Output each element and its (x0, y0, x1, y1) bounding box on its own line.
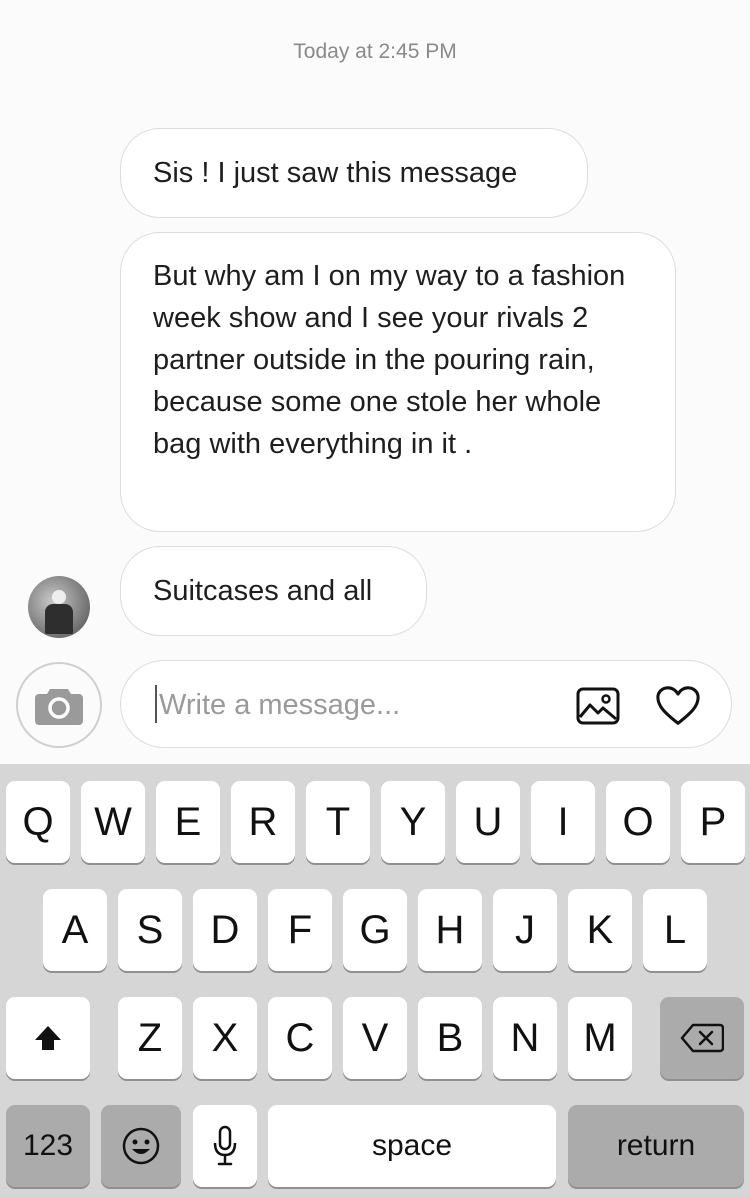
key[interactable]: X (193, 997, 257, 1079)
delete-key[interactable] (660, 997, 744, 1079)
key-label: Z (137, 1015, 163, 1060)
key[interactable]: Y (381, 781, 445, 863)
like-button[interactable] (655, 683, 701, 729)
delete-icon (680, 1023, 724, 1053)
key-label: D (210, 907, 240, 952)
key[interactable]: P (681, 781, 745, 863)
key[interactable]: C (268, 997, 332, 1079)
key[interactable]: K (568, 889, 632, 971)
key[interactable]: J (493, 889, 557, 971)
key[interactable]: M (568, 997, 632, 1079)
key-label: O (622, 799, 654, 844)
key-label: W (94, 799, 132, 844)
shift-icon (35, 1026, 61, 1050)
camera-button[interactable] (16, 662, 102, 748)
key-label: J (515, 907, 535, 952)
return-key-label: return (616, 1129, 696, 1162)
key-label: E (174, 799, 202, 844)
shift-key[interactable] (6, 997, 90, 1079)
message-text: Suitcases and all (153, 575, 373, 607)
key-label: R (248, 799, 278, 844)
key-label: L (663, 907, 687, 952)
gallery-button[interactable] (575, 683, 621, 729)
key[interactable]: H (418, 889, 482, 971)
key-label: P (699, 799, 727, 844)
key[interactable]: A (43, 889, 107, 971)
key-label: S (136, 907, 164, 952)
key[interactable]: Q (6, 781, 70, 863)
camera-icon (35, 689, 83, 725)
emoji-key[interactable] (101, 1105, 181, 1187)
message-input[interactable]: Write a message... (120, 660, 732, 748)
key[interactable]: W (81, 781, 145, 863)
key[interactable]: R (231, 781, 295, 863)
emoji-icon (122, 1127, 160, 1165)
key[interactable]: O (606, 781, 670, 863)
key-label: G (359, 907, 391, 952)
key[interactable]: E (156, 781, 220, 863)
timestamp: Today at 2:45 PM (293, 40, 457, 63)
key-label: X (211, 1015, 239, 1060)
key[interactable]: D (193, 889, 257, 971)
key-label: V (361, 1015, 389, 1060)
key-label: M (583, 1015, 617, 1060)
gallery-icon (576, 687, 620, 725)
microphone-icon (213, 1125, 237, 1166)
key[interactable]: F (268, 889, 332, 971)
numbers-key-label: 123 (22, 1129, 74, 1162)
keyboard: Q W E R T Y U I O P A S D F G H J K L Z … (0, 764, 750, 1197)
key-label: T (325, 799, 351, 844)
message-placeholder: Write a message... (159, 689, 401, 721)
key-label: F (287, 907, 313, 952)
key-label: C (285, 1015, 315, 1060)
key[interactable]: L (643, 889, 707, 971)
numbers-key[interactable]: 123 (6, 1105, 90, 1187)
key-label: Q (22, 799, 54, 844)
key[interactable]: I (531, 781, 595, 863)
key[interactable]: V (343, 997, 407, 1079)
text-caret (155, 685, 157, 723)
key-label: U (473, 799, 503, 844)
message-text: Sis ! I just saw this message (153, 157, 518, 189)
key[interactable]: S (118, 889, 182, 971)
key-label: Y (399, 799, 427, 844)
key-label: N (510, 1015, 540, 1060)
message-bubble: But why am I on my way to a fashion week… (120, 232, 676, 532)
key-label: A (61, 907, 89, 952)
key[interactable]: G (343, 889, 407, 971)
microphone-key[interactable] (193, 1105, 257, 1187)
return-key[interactable]: return (568, 1105, 744, 1187)
key-label: K (586, 907, 614, 952)
key[interactable]: B (418, 997, 482, 1079)
message-bubble: Sis ! I just saw this message (120, 128, 588, 218)
message-text: But why am I on my way to a fashion week… (153, 260, 626, 460)
message-bubble: Suitcases and all (120, 546, 427, 636)
space-key[interactable]: space (268, 1105, 556, 1187)
key[interactable]: Z (118, 997, 182, 1079)
heart-icon (656, 686, 700, 725)
key[interactable]: U (456, 781, 520, 863)
key-label: I (557, 799, 569, 844)
key[interactable]: T (306, 781, 370, 863)
key-label: B (436, 1015, 464, 1060)
space-key-label: space (371, 1129, 453, 1162)
avatar[interactable] (28, 576, 90, 638)
key[interactable]: N (493, 997, 557, 1079)
key-label: H (435, 907, 465, 952)
